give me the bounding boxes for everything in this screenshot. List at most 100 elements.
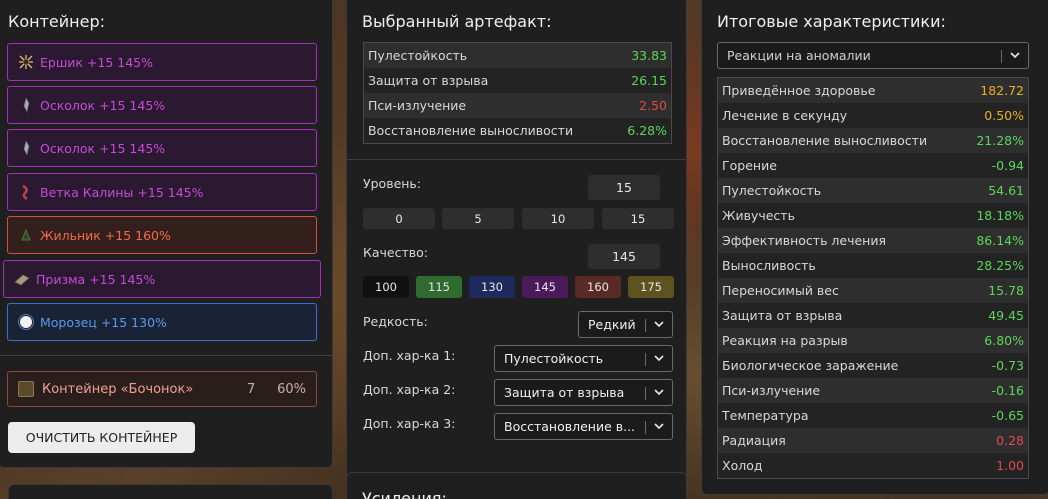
slot-label: Морозец +15 130%: [40, 314, 167, 330]
stat-value: 49.45: [988, 308, 1024, 323]
stat-name: Лечение в секунду: [722, 108, 848, 123]
stat-row: Живучесть 18.18%: [718, 203, 1028, 228]
slot-label: Жильник +15 160%: [40, 227, 171, 243]
extra2-value: Защита от взрыва: [504, 385, 625, 400]
branch-icon: [18, 184, 34, 200]
quality-preset-button[interactable]: 115: [416, 276, 462, 298]
frost-icon: [18, 314, 34, 330]
extra1-select[interactable]: Пулестойкость: [494, 345, 673, 372]
filter-value: Реакции на аномалии: [727, 48, 871, 63]
artifact-panel: Выбранный артефакт: Пулестойкость 33.83 …: [346, 0, 687, 482]
stat-name: Пси-излучение: [368, 98, 467, 113]
prism-icon: [14, 271, 30, 287]
quality-label: Качество:: [363, 245, 428, 260]
stat-row: Холод 1.00: [718, 453, 1028, 478]
stat-row: Биологическое заражение -0.73: [718, 353, 1028, 378]
artifact-slot[interactable]: Ветка Калины +15 145%: [7, 173, 317, 211]
extra2-label: Доп. хар-ка 2:: [363, 382, 456, 397]
stat-row: Эффективность лечения 86.14%: [718, 228, 1028, 253]
quality-preset-button[interactable]: 100: [363, 276, 409, 298]
divider: [0, 355, 332, 356]
stat-row: Пси-излучение -0.16: [718, 378, 1028, 403]
stat-value: 0.28: [996, 433, 1024, 448]
level-preset-button[interactable]: 0: [363, 208, 435, 229]
stat-name: Горение: [722, 158, 777, 173]
boosts-title: Усиления:: [362, 489, 447, 499]
stat-row: Пси-излучение 2.50: [364, 93, 671, 118]
stat-row: Лечение в секунду 0.50%: [718, 103, 1028, 128]
artifact-slot[interactable]: Осколок +15 145%: [7, 86, 317, 124]
shard-icon: [18, 140, 34, 156]
stat-value: 54.61: [988, 183, 1024, 198]
container-panel: Контейнер: Ершик +15 145% Осколок +15 14…: [0, 0, 333, 468]
container-percent: 60%: [277, 381, 306, 397]
stat-value: 33.83: [631, 48, 667, 63]
stat-row: Защита от взрыва 49.45: [718, 303, 1028, 328]
stat-row: Радиация 0.28: [718, 428, 1028, 453]
stat-value: 28.25%: [976, 258, 1024, 273]
slot-label: Осколок +15 145%: [40, 97, 166, 113]
barrel-icon: [18, 381, 34, 397]
rarity-select[interactable]: Редкий: [578, 311, 673, 338]
extra2-select[interactable]: Защита от взрыва: [494, 379, 673, 406]
stat-value: 182.72: [980, 83, 1024, 98]
extra3-select[interactable]: Восстановление в...: [494, 413, 673, 440]
artifact-slot[interactable]: Морозец +15 130%: [7, 303, 317, 341]
level-preset-button[interactable]: 10: [522, 208, 594, 229]
stat-value: 0.50%: [984, 108, 1024, 123]
artifact-slot[interactable]: Ершик +15 145%: [7, 43, 317, 81]
level-preset-button[interactable]: 5: [442, 208, 514, 229]
stat-value: -0.16: [991, 383, 1024, 398]
stat-row: Переносимый вес 15.78: [718, 278, 1028, 303]
stat-row: Реакция на разрыв 6.80%: [718, 328, 1028, 353]
stat-name: Выносливость: [722, 258, 816, 273]
artifact-slot[interactable]: Призма +15 145%: [3, 260, 321, 298]
stat-name: Эффективность лечения: [722, 233, 887, 248]
stat-name: Восстановление выносливости: [722, 133, 928, 148]
stat-row: Выносливость 28.25%: [718, 253, 1028, 278]
stat-value: -0.65: [991, 408, 1024, 423]
stat-value: 6.28%: [627, 123, 667, 138]
container-name: Контейнер «Бочонок»: [42, 381, 194, 397]
stat-row: Пулестойкость 33.83: [364, 43, 671, 68]
lower-panel: [8, 484, 333, 499]
artifact-slot[interactable]: Жильник +15 160%: [7, 216, 317, 254]
clear-container-button[interactable]: ОЧИСТИТЬ КОНТЕЙНЕР: [8, 422, 195, 453]
totals-stats-table: Приведённое здоровье 182.72 Лечение в сек…: [717, 77, 1029, 479]
stat-value: 86.14%: [976, 233, 1024, 248]
rarity-value: Редкий: [588, 317, 636, 332]
stat-name: Приведённое здоровье: [722, 83, 876, 98]
quality-preset-button[interactable]: 175: [628, 276, 674, 298]
stat-value: 6.80%: [984, 333, 1024, 348]
stat-value: 2.50: [639, 98, 667, 113]
level-input[interactable]: 15: [588, 175, 660, 200]
stat-name: Пулестойкость: [368, 48, 468, 63]
quality-preset-button[interactable]: 130: [469, 276, 515, 298]
stat-row: Горение -0.94: [718, 153, 1028, 178]
level-preset-button[interactable]: 15: [602, 208, 674, 229]
stat-name: Защита от взрыва: [368, 73, 489, 88]
artifact-slot[interactable]: Осколок +15 145%: [7, 129, 317, 167]
artifact-title: Выбранный артефакт:: [362, 12, 552, 31]
stat-value: -0.73: [991, 358, 1024, 373]
slot-label: Ветка Калины +15 145%: [40, 184, 204, 200]
stat-row: Температура -0.65: [718, 403, 1028, 428]
stat-value: 21.28%: [976, 133, 1024, 148]
stat-value: 26.15: [631, 73, 667, 88]
filter-select[interactable]: Реакции на аномалии: [717, 42, 1029, 69]
quality-preset-button[interactable]: 160: [575, 276, 621, 298]
extra1-value: Пулестойкость: [504, 351, 604, 366]
slot-label: Призма +15 145%: [36, 271, 156, 287]
quality-preset-button[interactable]: 145: [522, 276, 568, 298]
stat-name: Радиация: [722, 433, 786, 448]
divider: [347, 159, 687, 160]
stat-value: 1.00: [996, 458, 1024, 473]
level-label: Уровень:: [363, 176, 422, 191]
stat-name: Температура: [722, 408, 809, 423]
container-item[interactable]: Контейнер «Бочонок» 7 60%: [7, 371, 317, 407]
stat-row: Пулестойкость 54.61: [718, 178, 1028, 203]
quality-input[interactable]: 145: [588, 244, 660, 269]
vein-icon: [18, 227, 34, 243]
stat-value: 15.78: [988, 283, 1024, 298]
stat-row: Восстановление выносливости 21.28%: [718, 128, 1028, 153]
